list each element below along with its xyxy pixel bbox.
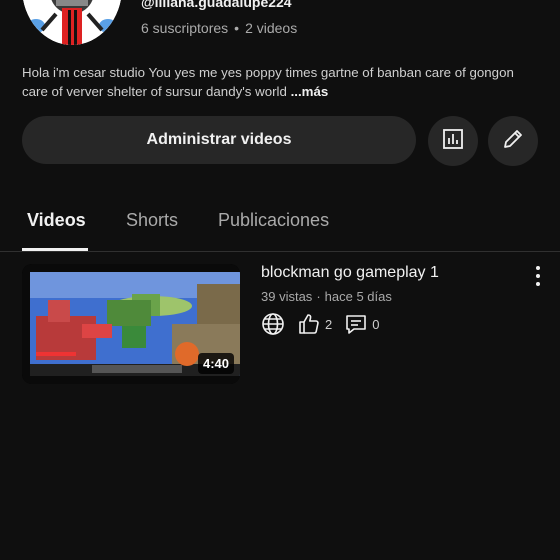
stats-separator: • (234, 20, 240, 36)
manage-videos-label: Administrar videos (146, 131, 292, 148)
comment-icon (344, 312, 368, 336)
video-stats-row: 2 0 (261, 311, 379, 337)
video-thumbnail[interactable]: 4:40 (22, 264, 240, 384)
video-count: 2 videos (245, 20, 298, 36)
active-tab-indicator (22, 248, 88, 251)
pencil-icon (501, 127, 525, 156)
analytics-icon (441, 127, 465, 156)
tab-shorts[interactable]: Shorts (126, 210, 178, 231)
subscriber-count: 6 suscriptores (141, 20, 229, 36)
video-duration: 4:40 (197, 353, 234, 374)
video-meta: 39 vistas · hace 5 días (261, 289, 392, 304)
video-age: hace 5 días (324, 289, 392, 304)
manage-videos-button[interactable]: Administrar videos (22, 116, 416, 164)
like-count: 2 (325, 316, 333, 332)
tab-publicaciones[interactable]: Publicaciones (218, 210, 329, 231)
analytics-button[interactable] (428, 116, 478, 166)
description-text: Hola i'm cesar studio You yes me yes pop… (22, 65, 514, 99)
channel-description[interactable]: Hola i'm cesar studio You yes me yes pop… (22, 63, 542, 101)
channel-handle: @liliana.guadalupe224 (141, 0, 292, 10)
channel-avatar[interactable] (22, 0, 122, 45)
comment-count: 0 (372, 316, 380, 332)
meta-separator: · (316, 289, 321, 304)
more-options-icon[interactable] (530, 266, 546, 286)
tab-videos[interactable]: Videos (27, 210, 86, 231)
channel-stats: 6 suscriptores • 2 videos (141, 20, 297, 36)
like-icon (297, 312, 321, 336)
video-title[interactable]: blockman go gameplay 1 (261, 264, 439, 282)
video-views: 39 vistas (261, 289, 313, 304)
edit-channel-button[interactable] (488, 116, 538, 166)
globe-icon (261, 312, 285, 336)
channel-tabs: Videos Shorts Publicaciones (0, 200, 560, 252)
more-link[interactable]: ...más (291, 84, 329, 99)
